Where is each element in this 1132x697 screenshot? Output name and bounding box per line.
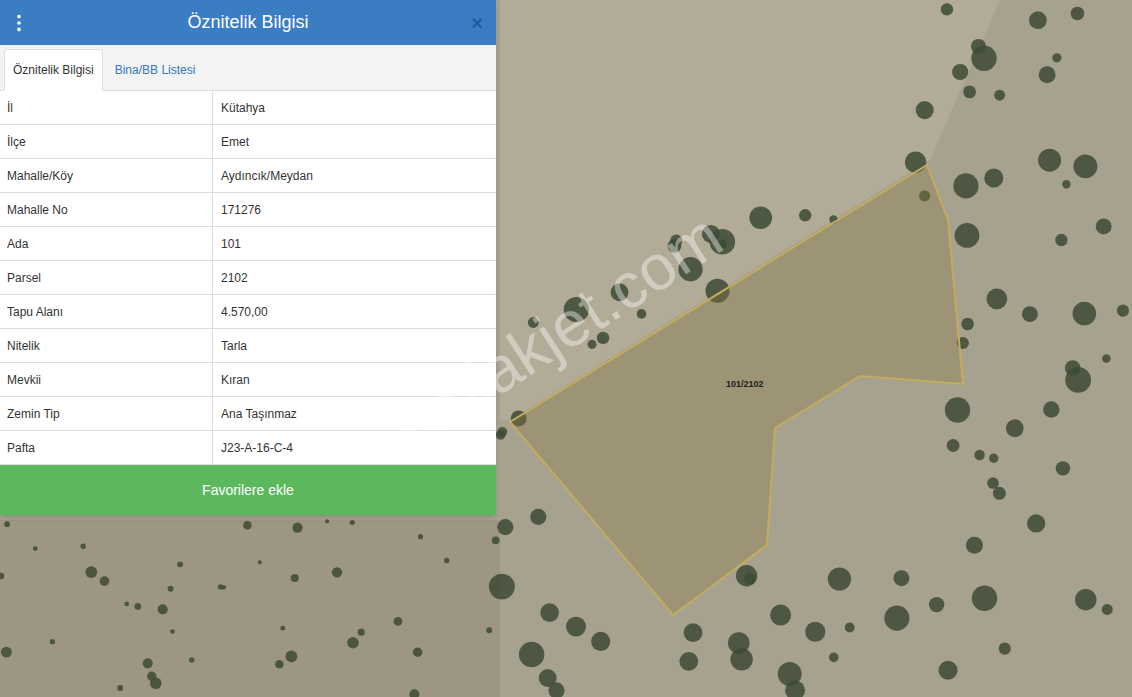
- row-value: 2102: [213, 261, 496, 294]
- tab[interactable]: Bina/BB Listesi: [107, 50, 204, 90]
- row-label: Parsel: [0, 261, 213, 294]
- attribute-panel: Öznitelik Bilgisi×Öznitelik BilgisiBina/…: [0, 0, 496, 515]
- row-value: 4.570,00: [213, 295, 496, 328]
- menu-icon[interactable]: [8, 12, 30, 34]
- table-row: MevkiiKıran: [0, 363, 496, 397]
- tab-bar: Öznitelik BilgisiBina/BB Listesi: [0, 45, 496, 91]
- row-label: Mahalle/Köy: [0, 159, 213, 192]
- row-value: Kütahya: [213, 91, 496, 124]
- table-row: Parsel2102: [0, 261, 496, 295]
- table-row: İlKütahya: [0, 91, 496, 125]
- row-value: Kıran: [213, 363, 496, 396]
- attribute-table: İlKütahyaİlçeEmetMahalle/KöyAydıncık/Mey…: [0, 91, 496, 465]
- table-row: Tapu Alanı4.570,00: [0, 295, 496, 329]
- table-row: İlçeEmet: [0, 125, 496, 159]
- row-label: Zemin Tip: [0, 397, 213, 430]
- table-row: Mahalle No171276: [0, 193, 496, 227]
- row-value: 101: [213, 227, 496, 260]
- table-row: Mahalle/KöyAydıncık/Meydan: [0, 159, 496, 193]
- row-label: Pafta: [0, 431, 213, 464]
- parcel-label: 101/2102: [726, 380, 764, 389]
- row-label: Ada: [0, 227, 213, 260]
- panel-header: Öznitelik Bilgisi×: [0, 0, 496, 45]
- close-button[interactable]: ×: [466, 8, 488, 38]
- table-row: Ada101: [0, 227, 496, 261]
- panel-title: Öznitelik Bilgisi: [30, 9, 466, 36]
- watermark: emlakjet.com: [381, 202, 732, 461]
- row-value: Emet: [213, 125, 496, 158]
- table-row: Zemin TipAna Taşınmaz: [0, 397, 496, 431]
- tab[interactable]: Öznitelik Bilgisi: [4, 49, 103, 91]
- table-row: PaftaJ23-A-16-C-4: [0, 431, 496, 465]
- row-value: 171276: [213, 193, 496, 226]
- row-label: İlçe: [0, 125, 213, 158]
- row-label: Mevkii: [0, 363, 213, 396]
- table-row: NitelikTarla: [0, 329, 496, 363]
- favorite-button[interactable]: Favorilere ekle: [0, 465, 496, 515]
- row-label: Mahalle No: [0, 193, 213, 226]
- row-value: Ana Taşınmaz: [213, 397, 496, 430]
- row-value: Aydıncık/Meydan: [213, 159, 496, 192]
- row-value: Tarla: [213, 329, 496, 362]
- row-label: Nitelik: [0, 329, 213, 362]
- row-label: Tapu Alanı: [0, 295, 213, 328]
- row-label: İl: [0, 91, 213, 124]
- map-page: 101/2102Öznitelik Bilgisi×Öznitelik Bilg…: [0, 0, 1132, 697]
- row-value: J23-A-16-C-4: [213, 431, 496, 464]
